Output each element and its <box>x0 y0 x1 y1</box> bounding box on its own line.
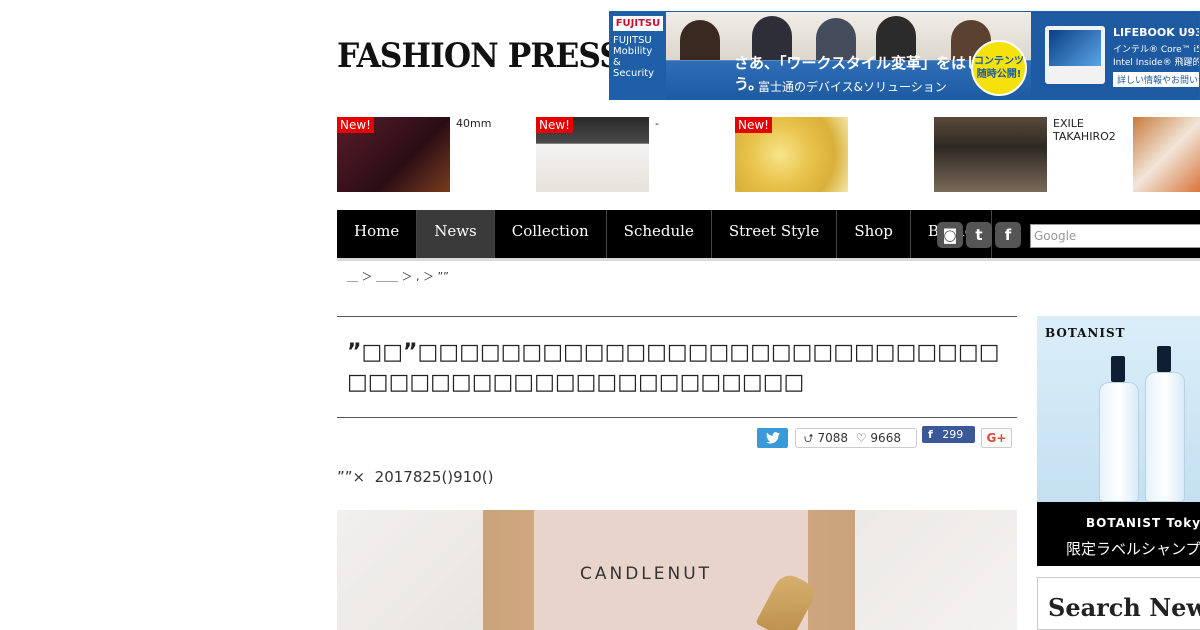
facebook-share-button[interactable]: f 299 <box>922 426 975 443</box>
tumblr-icon[interactable]: t <box>966 222 992 248</box>
search-news-widget: Search News <box>1037 577 1200 630</box>
article-byline: ””× 2017825()910() <box>337 468 494 486</box>
product-label-text: CANDLENUT <box>580 564 713 584</box>
instagram-icon[interactable]: ◙ <box>937 222 963 248</box>
fujitsu-logo: FUJITSU <box>613 16 663 31</box>
nav-schedule[interactable]: Schedule <box>607 210 712 258</box>
ad-brand-logo: BOTANIST <box>1045 326 1126 340</box>
google-plus-button[interactable]: G+ <box>981 428 1012 448</box>
pickup-thumbnail[interactable] <box>934 117 1047 192</box>
facebook-share-icon: f <box>928 428 933 441</box>
article-main-image[interactable]: CANDLENUT <box>337 510 1017 630</box>
ad-caption-line2: 限定ラベルシャンプー <box>1066 540 1200 558</box>
nav-divider <box>337 258 1200 261</box>
facebook-share-count: 299 <box>942 428 964 441</box>
banner-product-sub: インテル® Core™ i5 vPro Intel Inside® 飛躍的 <box>1113 45 1200 68</box>
banner-more-button[interactable]: 詳しい情報やお問い合わせ <box>1113 72 1199 87</box>
banner-product-title: LIFEBOOK U937/P <box>1113 26 1199 39</box>
banner-brand-block: FUJITSU FUJITSU Mobility & Security <box>610 12 666 99</box>
shampoo-bottle-image <box>1099 382 1139 502</box>
search-news-title: Search News <box>1048 593 1200 622</box>
sidebar-ad[interactable]: BOTANIST BOTANIST Tokyo 限定ラベルシャンプー <box>1037 316 1200 566</box>
pump-image <box>1157 346 1171 372</box>
retweet-count: 7088 <box>817 431 848 445</box>
ad-caption-line1: BOTANIST Tokyo <box>1086 516 1200 530</box>
nav-collection[interactable]: Collection <box>495 210 607 258</box>
breadcrumb[interactable]: ＿ ＞ ＿＿ ＞ , ＞ ”” <box>347 268 449 284</box>
pickup-title[interactable]: 40mm <box>456 117 530 130</box>
nav-news[interactable]: News <box>417 210 495 258</box>
article-headline: ”□□”□□□□□□□□□□□□□□□□□□□□□□□□□□□□□□□□□□□□… <box>347 340 1000 395</box>
banner-subslogan: 富士通のデバイス&ソリューション <box>758 80 947 94</box>
new-badge: New! <box>337 117 374 133</box>
pump-image <box>1111 356 1125 382</box>
laptop-screen-image <box>1049 30 1101 66</box>
shampoo-bottle-image <box>1145 372 1185 502</box>
facebook-icon[interactable]: f <box>995 222 1021 248</box>
shampoo-photo: BOTANIST <box>1037 316 1200 502</box>
top-banner-ad[interactable]: FUJITSU FUJITSU Mobility & Security さあ、「… <box>609 11 1200 100</box>
retweet-icon: ⮍ <box>804 431 814 445</box>
new-badge: New! <box>735 117 772 133</box>
banner-left-text: FUJITSU Mobility & Security <box>613 35 655 79</box>
search-input[interactable]: Google <box>1030 224 1200 248</box>
new-badge: New! <box>536 117 573 133</box>
twitter-count-box[interactable]: ⮍ 7088 ♡ 9668 <box>795 428 917 448</box>
nav-street-style[interactable]: Street Style <box>712 210 838 258</box>
twitter-icon <box>765 432 780 444</box>
nav-shop[interactable]: Shop <box>837 210 911 258</box>
pickup-title[interactable]: EXILE TAKAHIRO2 <box>1053 117 1127 143</box>
like-count: 9668 <box>870 431 901 445</box>
sns-links: ◙ t f <box>937 222 1021 248</box>
ad-caption: BOTANIST Tokyo 限定ラベルシャンプー <box>1037 502 1200 566</box>
pickup-title[interactable]: - <box>655 117 729 130</box>
twitter-share-button[interactable] <box>757 428 788 448</box>
banner-photo: さあ、「ワークスタイル変革」をはじめよう。 富士通のデバイス&ソリューション コ… <box>666 12 1031 99</box>
main-nav: Home News Collection Schedule Street Sty… <box>337 210 1200 258</box>
headline-bottom-rule <box>337 417 1017 418</box>
pickup-thumbnail[interactable] <box>1133 117 1200 192</box>
like-icon: ♡ <box>855 431 867 445</box>
banner-product: LIFEBOOK U937/P インテル® Core™ i5 vPro Inte… <box>1031 12 1199 99</box>
pickup-strip: New! 40mm New! - New! EXILE TAKAHIRO2 <box>337 117 1200 193</box>
site-logo[interactable]: FASHION PRESS <box>337 36 622 76</box>
banner-badge: コンテンツ 随時公開! <box>971 40 1027 96</box>
nav-home[interactable]: Home <box>337 210 418 258</box>
headline-top-rule <box>337 316 1017 317</box>
